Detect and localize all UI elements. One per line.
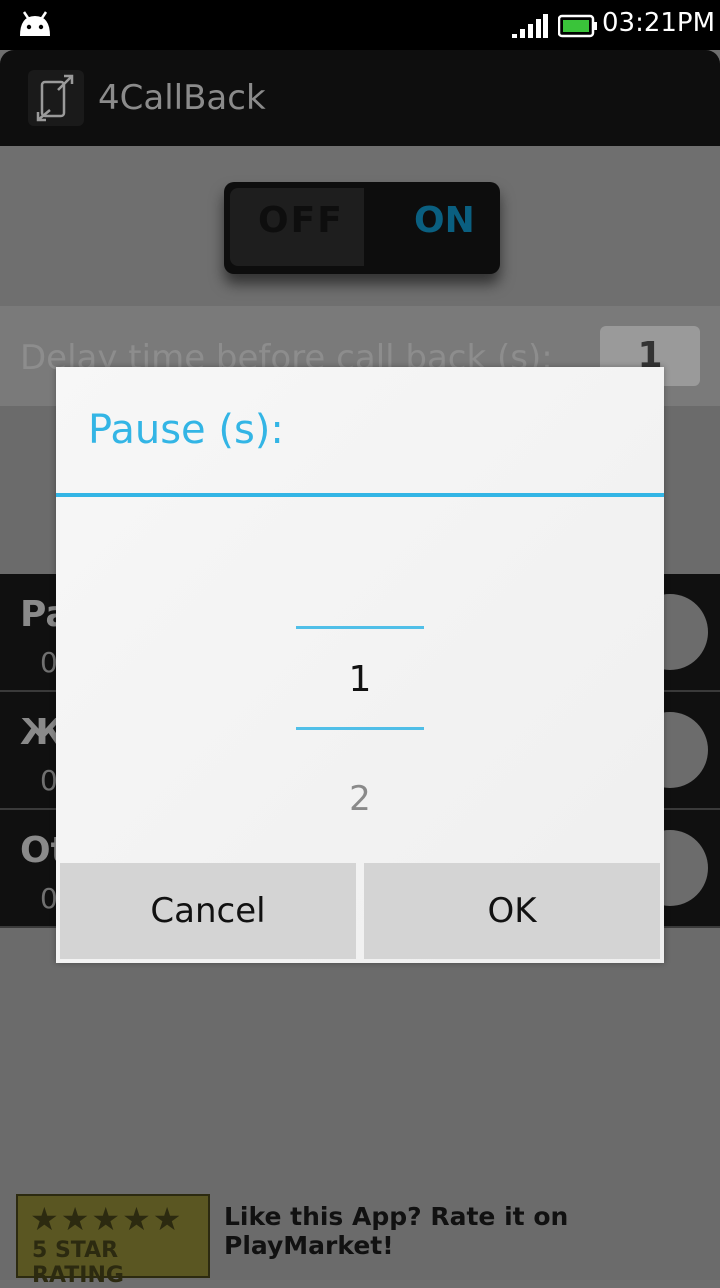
toggle-area: OFF ON [0, 146, 720, 306]
number-picker-next[interactable]: 2 [296, 779, 424, 819]
pause-dialog: Pause (s): 1 2 Cancel OK [56, 367, 664, 963]
ok-button[interactable]: OK [364, 863, 660, 959]
picker-divider-top [296, 626, 424, 629]
cancel-button[interactable]: Cancel [60, 863, 356, 959]
picker-divider-bottom [296, 727, 424, 730]
dialog-title: Pause (s): [88, 407, 284, 453]
status-bar: 03:21PM [0, 0, 720, 50]
app-title: 4CallBack [98, 78, 266, 118]
rate-app-link[interactable]: Like this App? Rate it on PlayMarket! [224, 1202, 720, 1260]
battery-icon [558, 14, 597, 38]
rating-badge[interactable]: ★★★★★ 5 STAR RATING [16, 1194, 210, 1288]
app-logo-icon[interactable] [28, 70, 84, 126]
toggle-on-label: ON [414, 200, 475, 241]
star-rating-icon: ★★★★★ [30, 1200, 184, 1238]
action-bar: 4CallBack [0, 50, 720, 146]
number-picker-current[interactable]: 1 [296, 659, 424, 700]
toggle-off-label: OFF [258, 200, 344, 241]
service-toggle-switch[interactable]: OFF ON [224, 182, 500, 274]
rating-badge-text: 5 STAR RATING [32, 1238, 124, 1288]
dialog-title-divider [56, 493, 664, 497]
clock: 03:21PM [602, 8, 716, 38]
android-icon [20, 11, 50, 36]
signal-icon [512, 14, 548, 38]
